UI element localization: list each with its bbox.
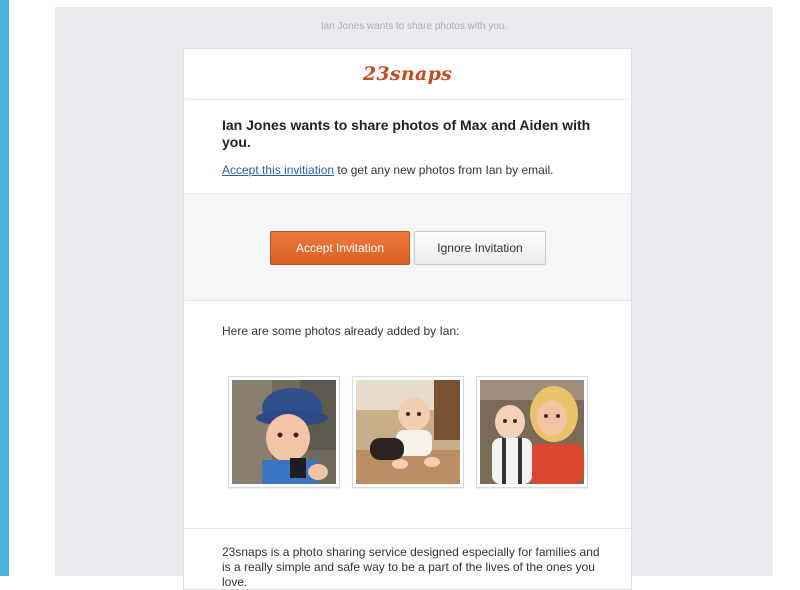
email-background: Ian Jones wants to share photos with you… — [55, 7, 773, 590]
photo-toddler-blue-hat — [232, 380, 336, 484]
section-divider — [184, 528, 631, 529]
invite-headline: Ian Jones wants to share photos of Max a… — [222, 117, 591, 150]
invite-subline-text: to get any new photos from Ian by email. — [334, 163, 554, 177]
ignore-invitation-button[interactable]: Ignore Invitation — [414, 231, 546, 265]
invite-subline: Accept this invitiation to get any new p… — [222, 163, 602, 177]
email-card: 23snaps Ian Jones wants to share photos … — [183, 48, 632, 590]
accept-invitation-button[interactable]: Accept Invitation — [270, 231, 410, 265]
brand-logo[interactable]: 23snaps — [363, 63, 452, 85]
photo-thumbnail-3[interactable] — [476, 376, 588, 488]
photos-intro-label: Here are some photos already added by Ia… — [222, 324, 460, 338]
photo-thumbnail-2[interactable] — [352, 376, 464, 488]
photo-thumbnail-1[interactable] — [228, 376, 340, 488]
about-23snaps-text: 23snaps is a photo sharing service desig… — [222, 545, 600, 589]
photo-mother-and-baby — [480, 380, 584, 484]
accept-invitation-link[interactable]: Accept this invitiation — [222, 163, 334, 177]
action-buttons-band: Accept Invitation Ignore Invitation — [184, 193, 631, 301]
photo-baby-crawling — [356, 380, 460, 484]
preheader-text: Ian Jones wants to share photos with you… — [320, 21, 508, 32]
window-edge-strip — [0, 0, 9, 576]
logo-header: 23snaps — [184, 49, 631, 100]
